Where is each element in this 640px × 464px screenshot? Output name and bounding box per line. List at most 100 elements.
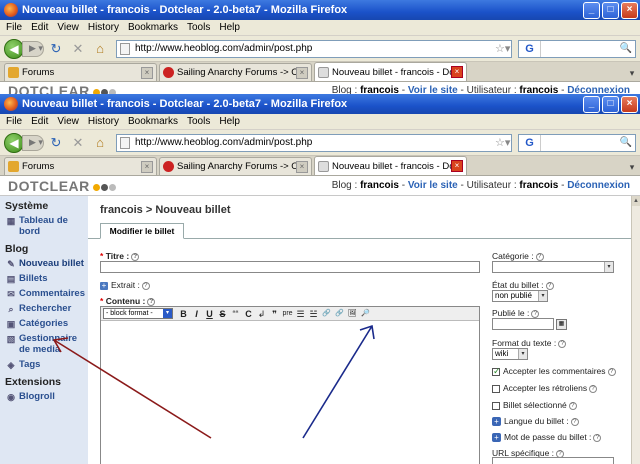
- accept-comments-option[interactable]: Accepter les commentaires?: [492, 366, 616, 377]
- help-icon[interactable]: ?: [141, 281, 150, 290]
- line-break-button[interactable]: ↲: [255, 308, 268, 320]
- title-input[interactable]: [100, 261, 480, 273]
- reload-icon[interactable]: ↻: [46, 41, 66, 57]
- help-icon[interactable]: ?: [558, 339, 567, 348]
- tab-nouveau-billet[interactable]: Nouveau billet - francois - Dotcle... ×: [314, 156, 467, 175]
- sidebar-item-dashboard[interactable]: ▦ Tableau de bord: [0, 213, 88, 239]
- menu-edit[interactable]: Edit: [31, 22, 48, 33]
- tab-edit-post[interactable]: Modifier le billet: [100, 223, 184, 239]
- sidebar-item-comments[interactable]: ✉ Commentaires: [0, 286, 88, 301]
- stop-icon[interactable]: ✕: [68, 135, 88, 151]
- close-tab-icon[interactable]: ×: [451, 66, 463, 78]
- calendar-icon[interactable]: ▦: [556, 318, 567, 330]
- block-format-select[interactable]: - block format - ▾: [103, 308, 173, 319]
- search-icon[interactable]: 🔍: [620, 137, 632, 148]
- maximize-button[interactable]: □: [602, 1, 619, 19]
- close-tab-icon[interactable]: ×: [296, 66, 308, 79]
- tab-nouveau-billet[interactable]: Nouveau billet - francois - Dotcle... ×: [314, 62, 467, 81]
- menu-history[interactable]: History: [88, 116, 119, 127]
- menu-file[interactable]: File: [6, 116, 22, 127]
- sidebar-item-categories[interactable]: ▣ Catégories: [0, 316, 88, 331]
- forward-button[interactable]: ▶ ▾: [22, 134, 44, 151]
- accept-trackbacks-option[interactable]: Accepter les rétroliens?: [492, 383, 598, 393]
- forward-button[interactable]: ▶ ▾: [22, 40, 44, 57]
- ordered-list-button[interactable]: ☱: [307, 308, 320, 320]
- language-toggle[interactable]: + Langue du billet :?: [492, 416, 579, 427]
- tab-sailing-anarchy[interactable]: Sailing Anarchy Forums -> Ocean Racin...…: [159, 63, 312, 81]
- minimize-button[interactable]: _: [583, 1, 600, 19]
- tab-list-icon[interactable]: ▾: [624, 65, 640, 81]
- menu-bookmarks[interactable]: Bookmarks: [128, 116, 178, 127]
- help-icon[interactable]: ?: [589, 384, 598, 393]
- blockquote-button[interactable]: ❞: [268, 308, 281, 320]
- stop-icon[interactable]: ✕: [68, 41, 88, 57]
- bold-button[interactable]: B: [177, 308, 190, 320]
- menu-edit[interactable]: Edit: [31, 116, 48, 127]
- close-tab-icon[interactable]: ×: [296, 160, 308, 173]
- google-icon[interactable]: G: [519, 134, 541, 151]
- status-select[interactable]: non publié ▾: [492, 290, 548, 302]
- help-icon[interactable]: ?: [568, 401, 577, 410]
- logout-link[interactable]: Déconnexion: [567, 180, 630, 191]
- close-button[interactable]: ×: [621, 1, 638, 19]
- menu-tools[interactable]: Tools: [187, 116, 210, 127]
- bookmark-star-icon[interactable]: ☆▾: [495, 42, 511, 55]
- search-icon[interactable]: 🔍: [620, 43, 632, 54]
- external-link-button[interactable]: 🔗: [333, 308, 346, 320]
- search-box[interactable]: G 🔍: [518, 39, 636, 58]
- sidebar-item-media[interactable]: ▧ Gestionnaire de media: [0, 331, 88, 357]
- link-button[interactable]: 🔗: [320, 308, 333, 320]
- menu-help[interactable]: Help: [219, 116, 240, 127]
- category-select[interactable]: ▾: [492, 261, 614, 273]
- menu-tools[interactable]: Tools: [187, 22, 210, 33]
- maximize-button[interactable]: □: [602, 95, 619, 113]
- close-tab-icon[interactable]: ×: [451, 160, 463, 172]
- url-input[interactable]: [492, 457, 614, 464]
- page-scrollbar[interactable]: ▲: [631, 196, 640, 464]
- menu-file[interactable]: File: [6, 22, 22, 33]
- code-button[interactable]: C: [242, 308, 255, 320]
- close-button[interactable]: ×: [621, 95, 638, 113]
- close-tab-icon[interactable]: ×: [141, 160, 153, 173]
- menu-view[interactable]: View: [57, 116, 79, 127]
- scroll-up-icon[interactable]: ▲: [632, 196, 640, 206]
- image-button[interactable]: 🖼: [346, 308, 359, 320]
- help-icon[interactable]: ?: [147, 297, 156, 306]
- help-icon[interactable]: ?: [570, 417, 579, 426]
- published-date-input[interactable]: [492, 318, 554, 331]
- tab-list-icon[interactable]: ▾: [624, 159, 640, 175]
- search-box[interactable]: G 🔍: [518, 133, 636, 152]
- help-icon[interactable]: ?: [593, 433, 602, 442]
- sidebar-item-blogroll[interactable]: ◉ Blogroll: [0, 389, 88, 404]
- back-button[interactable]: ◀: [4, 132, 24, 153]
- help-icon[interactable]: ?: [545, 281, 554, 290]
- tab-forums[interactable]: Forums ×: [4, 157, 157, 175]
- format-select[interactable]: wiki ▾: [492, 348, 528, 360]
- pre-button[interactable]: pre: [281, 308, 294, 320]
- home-icon[interactable]: ⌂: [90, 41, 110, 56]
- excerpt-toggle[interactable]: + Extrait :?: [100, 280, 150, 290]
- unordered-list-button[interactable]: ☰: [294, 308, 307, 320]
- menu-help[interactable]: Help: [219, 22, 240, 33]
- url-bar[interactable]: http://www.heoblog.com/admin/post.php ☆▾: [116, 39, 512, 58]
- view-site-link[interactable]: Voir le site: [408, 180, 458, 191]
- menu-history[interactable]: History: [88, 22, 119, 33]
- back-button[interactable]: ◀: [4, 38, 24, 59]
- url-bar[interactable]: http://www.heoblog.com/admin/post.php ☆▾: [116, 133, 512, 152]
- tab-sailing-anarchy[interactable]: Sailing Anarchy Forums -> Ocean Racin...…: [159, 157, 312, 175]
- close-tab-icon[interactable]: ×: [141, 66, 153, 79]
- sidebar-item-search[interactable]: ⌕ Rechercher: [0, 301, 88, 316]
- selected-post-option[interactable]: Billet sélectionné?: [492, 400, 577, 410]
- tab-forums[interactable]: Forums ×: [4, 63, 157, 81]
- sidebar-item-tags[interactable]: ◈ Tags: [0, 357, 88, 372]
- strike-button[interactable]: S: [216, 308, 229, 320]
- underline-button[interactable]: U: [203, 308, 216, 320]
- checkbox-checked[interactable]: [492, 366, 501, 377]
- sidebar-item-new-post[interactable]: ✎ Nouveau billet: [0, 256, 88, 271]
- password-toggle[interactable]: + Mot de passe du billet :?: [492, 432, 602, 443]
- help-icon[interactable]: ?: [531, 309, 540, 318]
- help-icon[interactable]: ?: [131, 252, 140, 261]
- content-editor[interactable]: - block format - ▾ B I U S ““ C ↲ ❞ pre ☰…: [100, 306, 480, 464]
- italic-button[interactable]: I: [190, 308, 203, 320]
- menu-view[interactable]: View: [57, 22, 79, 33]
